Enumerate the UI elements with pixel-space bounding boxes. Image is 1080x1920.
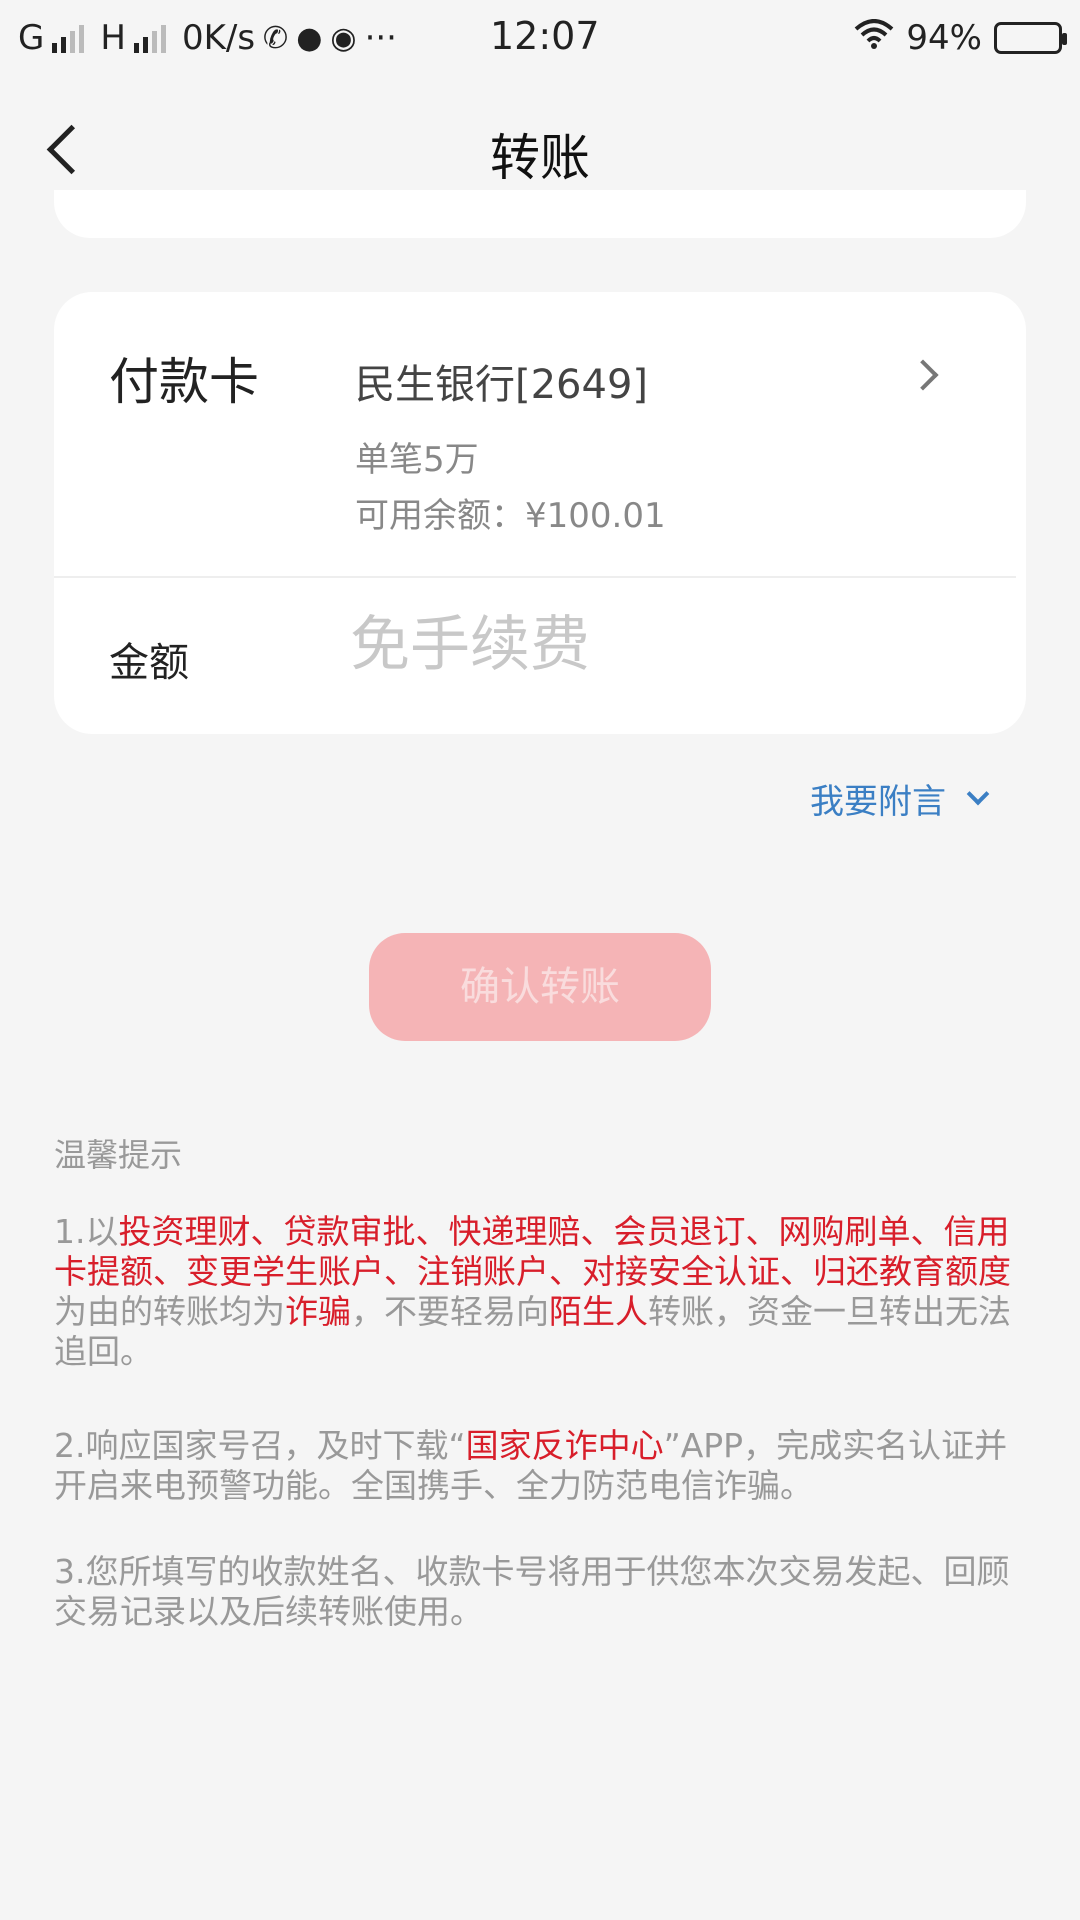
wechat-icon: ◉ xyxy=(330,20,357,56)
wifi-icon xyxy=(854,19,894,57)
tip-1-fraud: 诈骗 xyxy=(285,1292,351,1331)
tip-2-prefix: 2.响应国家号召，及时下载“ xyxy=(54,1426,466,1465)
nav-bar: 转账 xyxy=(0,100,1080,200)
network-speed: 0K/s xyxy=(181,18,256,58)
battery-icon xyxy=(994,22,1067,54)
tip-2-app-name: 国家反诈中心 xyxy=(465,1426,664,1465)
signal-icon xyxy=(52,23,85,53)
available-balance: 可用余额：¥100.01 xyxy=(355,496,666,536)
more-notifications: ··· xyxy=(364,18,397,58)
status-left: G H 0K/s ✆ ● ◉ ··· xyxy=(18,18,854,58)
signal-icon-2 xyxy=(133,23,166,53)
carrier2-label: H xyxy=(100,18,126,58)
tip-1: 1.以投资理财、贷款审批、快递理赔、会员退订、网购刷单、信用卡提额、变更学生账户… xyxy=(54,1212,1026,1372)
confirm-transfer-button[interactable]: 确认转账 xyxy=(369,933,711,1041)
bank-name: 民生银行[2649] xyxy=(355,362,649,408)
tip-2: 2.响应国家号召，及时下载“国家反诈中心”APP，完成实名认证并开启来电预警功能… xyxy=(54,1426,1026,1506)
tip-1-stranger: 陌生人 xyxy=(549,1292,648,1331)
transfer-card: 付款卡 民生银行[2649] 单笔5万 可用余额：¥100.01 金额 xyxy=(54,292,1026,734)
single-limit: 单笔5万 xyxy=(355,440,479,480)
chevron-down-icon xyxy=(966,782,990,805)
amount-label: 金额 xyxy=(109,640,189,686)
status-bar: G H 0K/s ✆ ● ◉ ··· 12:07 94% xyxy=(0,0,1080,76)
battery-percent: 94% xyxy=(906,18,982,58)
payment-card-label: 付款卡 xyxy=(109,353,259,411)
status-right: 94% xyxy=(854,18,1067,58)
add-note-link[interactable]: 我要附言 xyxy=(810,774,990,823)
chevron-right-icon xyxy=(907,359,939,391)
payment-card-row[interactable]: 付款卡 民生银行[2649] 单笔5万 可用余额：¥100.01 xyxy=(54,292,1026,576)
previous-card-bottom xyxy=(54,190,1026,238)
tip-1-prefix: 1.以 xyxy=(54,1212,119,1251)
amount-input[interactable] xyxy=(350,600,970,690)
amount-row: 金额 xyxy=(54,578,1026,734)
page-title: 转账 xyxy=(490,129,590,187)
phone-icon: ✆ xyxy=(263,20,289,56)
tip-1-mid2: ，不要轻易向 xyxy=(351,1292,549,1331)
clock: 12:07 xyxy=(490,14,600,58)
tip-3: 3.您所填写的收款姓名、收款卡号将用于供您本次交易发起、回顾交易记录以及后续转账… xyxy=(54,1552,1010,1631)
carrier1-label: G xyxy=(18,18,45,58)
add-note-label: 我要附言 xyxy=(810,782,946,822)
tip-1-mid1: 为由的转账均为 xyxy=(54,1292,285,1331)
planet-icon: ● xyxy=(296,20,323,56)
tip-1-scam-list: 投资理财、贷款审批、快递理赔、会员退订、网购刷单、信用卡提额、变更学生账户、注销… xyxy=(54,1212,1011,1291)
tips-title: 温馨提示 xyxy=(54,1136,183,1174)
